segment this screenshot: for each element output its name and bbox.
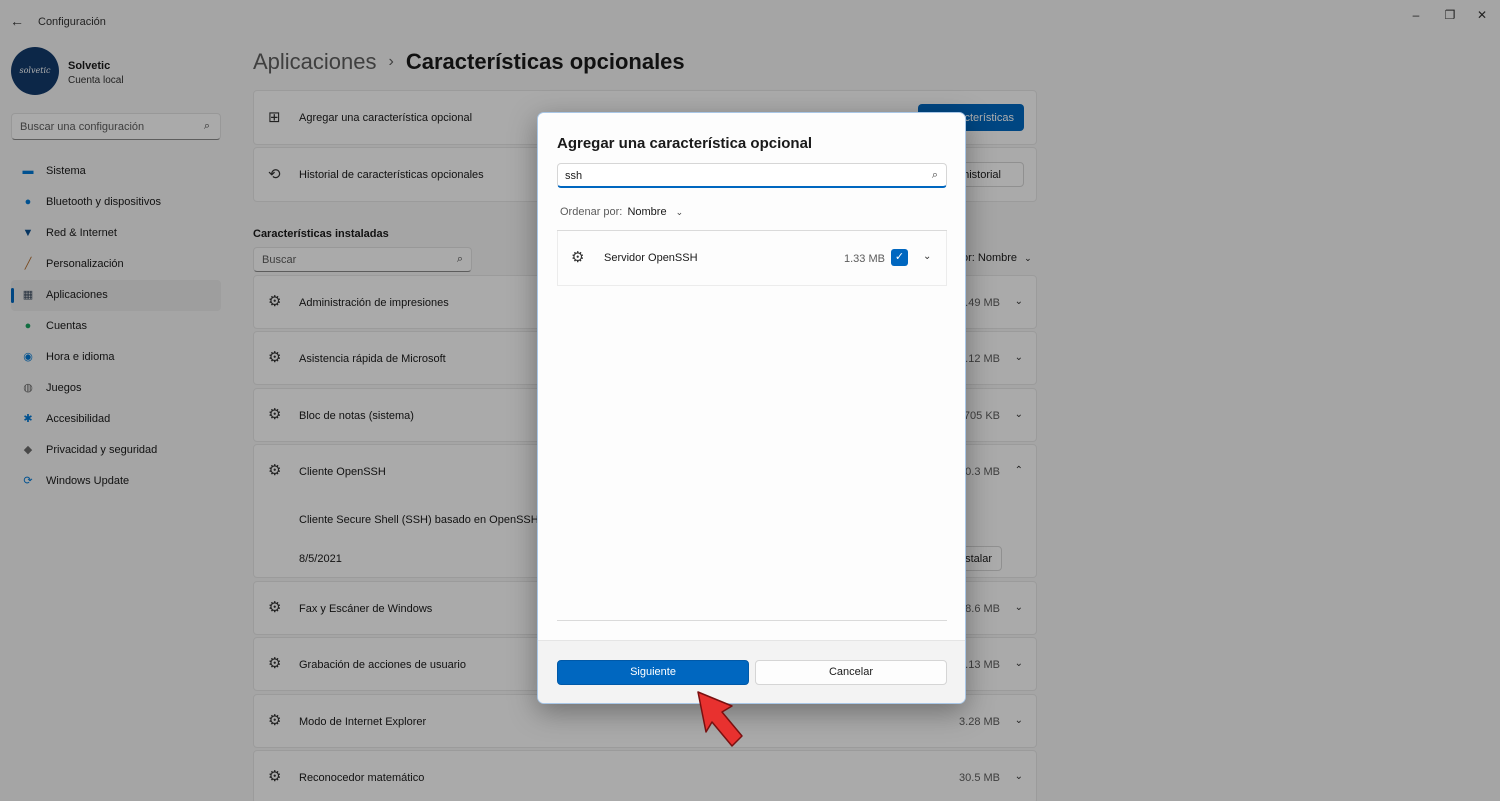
dialog-footer: Siguiente Cancelar: [538, 640, 965, 703]
feature-checkbox[interactable]: ✓: [891, 249, 908, 266]
search-icon: ⌕: [931, 169, 938, 181]
dialog-sort-dropdown[interactable]: Ordenar por: Nombre ⌄: [560, 206, 683, 218]
chevron-down-icon: ⌄: [675, 207, 684, 217]
dialog-title: Agregar una característica opcional: [557, 135, 813, 152]
next-button[interactable]: Siguiente: [557, 660, 749, 685]
results-bottom-divider: [557, 620, 947, 621]
sort-value: Nombre: [627, 206, 667, 218]
dialog-body: Agregar una característica opcional ⌕ Or…: [538, 113, 965, 640]
dialog-search-field[interactable]: ⌕: [557, 163, 947, 188]
pointer-arrow-icon: [697, 691, 743, 747]
expand-chevron-icon[interactable]: ⌄: [923, 251, 931, 262]
feature-size: 1.33 MB: [844, 253, 885, 265]
feature-gear-icon: ⚙: [571, 249, 585, 266]
add-feature-dialog: Agregar una característica opcional ⌕ Or…: [537, 112, 966, 704]
sort-label: Ordenar por:: [560, 206, 623, 218]
feature-name: Servidor OpenSSH: [604, 252, 698, 264]
list-item[interactable]: ⚙ Servidor OpenSSH 1.33 MB ✓ ⌄: [557, 231, 947, 286]
dialog-search-input[interactable]: [565, 168, 905, 184]
cancel-button[interactable]: Cancelar: [755, 660, 947, 685]
